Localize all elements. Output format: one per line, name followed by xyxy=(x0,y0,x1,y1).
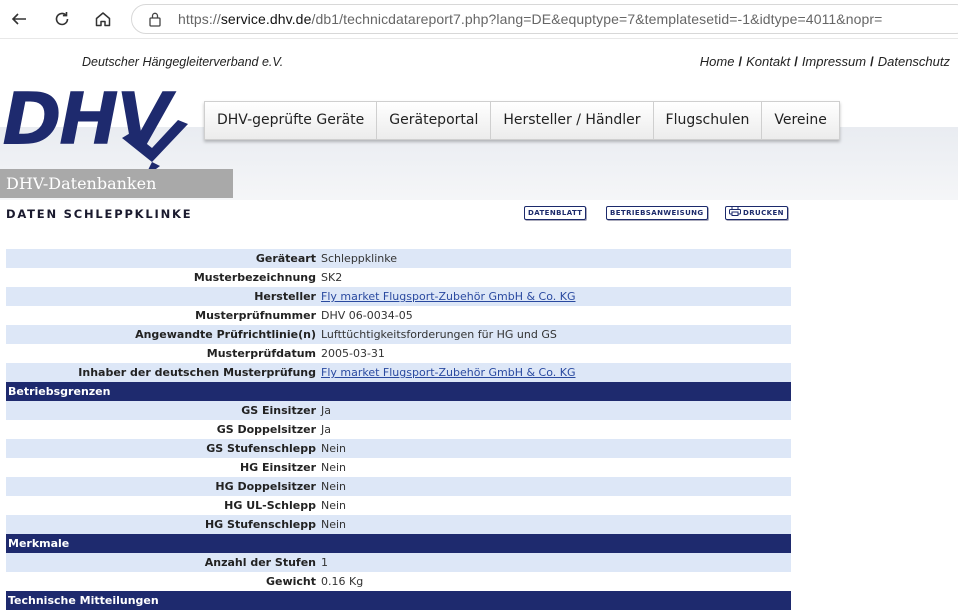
db-title: DHV-Datenbanken xyxy=(0,169,233,198)
link-kontakt[interactable]: Kontakt xyxy=(746,54,790,69)
section-header: Merkmale xyxy=(6,534,791,553)
top-links: Home / Kontakt / Impressum / Datenschutz xyxy=(699,54,950,69)
row-label: Hersteller xyxy=(6,287,319,306)
table-row: GS Einsitzer Ja xyxy=(6,401,791,420)
page-title: DATEN SCHLEPPKLINKE xyxy=(6,207,193,221)
menu-item-hersteller-haendler[interactable]: Hersteller / Händler xyxy=(491,102,654,139)
section-title: Merkmale xyxy=(6,534,791,553)
section-title: Technische Mitteilungen xyxy=(6,591,791,610)
row-value: Fly market Flugsport-Zubehör GmbH & Co. … xyxy=(319,287,791,306)
menu-item-flugschulen[interactable]: Flugschulen xyxy=(654,102,763,139)
table-row: Anzahl der Stufen 1 xyxy=(6,553,791,572)
menu-item-geraeteportal[interactable]: Geräteportal xyxy=(377,102,492,139)
section-title: Betriebsgrenzen xyxy=(6,382,791,401)
table-row: Hersteller Fly market Flugsport-Zubehör G… xyxy=(6,287,791,306)
section-header: Betriebsgrenzen xyxy=(6,382,791,401)
table-row: Inhaber der deutschen Musterprüfung Fly m… xyxy=(6,363,791,382)
manufacturer-link[interactable]: Fly market Flugsport-Zubehör GmbH & Co. … xyxy=(321,290,576,303)
section-header: Technische Mitteilungen xyxy=(6,591,791,610)
row-value: Fly market Flugsport-Zubehör GmbH & Co. … xyxy=(319,363,791,382)
main-menu: DHV-geprüfte Geräte Geräteportal Herstel… xyxy=(204,101,840,140)
row-label: GS Einsitzer xyxy=(6,401,319,420)
table-row: Musterprüfdatum 2005-03-31 xyxy=(6,344,791,363)
menu-item-vereine[interactable]: Vereine xyxy=(762,102,839,139)
row-label: HG Doppelsitzer xyxy=(6,477,319,496)
row-label: GS Doppelsitzer xyxy=(216,423,316,436)
table-row: HG UL-Schlepp Nein xyxy=(6,496,791,515)
table-row: Musterprüfnummer DHV 06-0034-05 xyxy=(6,306,791,325)
row-label: Gewicht xyxy=(265,575,316,588)
row-label: Inhaber der deutschen Musterprüfung xyxy=(6,363,319,382)
row-value: Ja xyxy=(319,401,791,420)
reload-icon[interactable] xyxy=(49,6,75,32)
row-value: Nein xyxy=(319,477,791,496)
table-row: Geräteart Schleppklinke xyxy=(6,249,791,268)
browser-toolbar: https://service.dhv.de/db1/technicdatare… xyxy=(0,0,958,39)
row-value: Ja xyxy=(321,423,331,436)
drucken-button[interactable]: DRUCKEN xyxy=(725,206,788,220)
row-value: SK2 xyxy=(321,271,343,284)
row-label: Musterbezeichnung xyxy=(193,271,316,284)
row-label: Musterprüfdatum xyxy=(206,347,316,360)
table-row: GS Doppelsitzer Ja xyxy=(6,420,791,439)
row-value: Nein xyxy=(321,499,347,512)
drucken-label: DRUCKEN xyxy=(743,209,784,217)
row-value: Lufttüchtigkeitsforderungen für HG und G… xyxy=(319,325,791,344)
menu-item-gepruefte-geraete[interactable]: DHV-geprüfte Geräte xyxy=(205,102,378,139)
address-bar[interactable]: https://service.dhv.de/db1/technicdatare… xyxy=(131,4,958,34)
technical-data-table: Geräteart Schleppklinke Musterbezeichnung S… xyxy=(6,249,791,610)
url-text[interactable]: https://service.dhv.de/db1/technicdatare… xyxy=(178,11,882,27)
table-row: GS Stufenschlepp Nein xyxy=(6,439,791,458)
table-row: Musterbezeichnung SK2 xyxy=(6,268,791,287)
row-label: Musterprüfnummer xyxy=(195,309,316,322)
betriebsanweisung-button[interactable]: BETRIEBSANWEISUNG xyxy=(606,206,708,220)
datenblatt-button[interactable]: DATENBLATT xyxy=(524,206,587,220)
back-icon[interactable] xyxy=(6,6,32,32)
row-value: 0.16 Kg xyxy=(321,575,364,588)
row-value: Nein xyxy=(319,515,791,534)
row-label: HG Stufenschlepp xyxy=(6,515,319,534)
table-row: HG Doppelsitzer Nein xyxy=(6,477,791,496)
printer-icon xyxy=(729,206,741,220)
row-value: DHV 06-0034-05 xyxy=(321,309,413,322)
lock-icon xyxy=(148,11,162,31)
row-label: Anzahl der Stufen xyxy=(6,553,319,572)
row-label: Geräteart xyxy=(6,249,319,268)
manufacturer-link[interactable]: Fly market Flugsport-Zubehör GmbH & Co. … xyxy=(321,366,576,379)
row-value: 2005-03-31 xyxy=(321,347,385,360)
row-label: HG Einsitzer xyxy=(239,461,316,474)
table-row: HG Einsitzer Nein xyxy=(6,458,791,477)
table-row: Gewicht 0.16 Kg xyxy=(6,572,791,591)
table-row: Angewandte Prüfrichtlinie(n) Lufttüchtigk… xyxy=(6,325,791,344)
link-impressum[interactable]: Impressum xyxy=(802,54,866,69)
dhv-logo[interactable]: DHV xyxy=(2,72,194,182)
link-home[interactable]: Home xyxy=(700,54,735,69)
home-icon[interactable] xyxy=(90,6,116,32)
row-value: Schleppklinke xyxy=(319,249,791,268)
org-name: Deutscher Hängegleiterverband e.V. xyxy=(82,55,284,69)
row-value: Nein xyxy=(321,461,347,474)
table-row: HG Stufenschlepp Nein xyxy=(6,515,791,534)
link-datenschutz[interactable]: Datenschutz xyxy=(878,54,950,69)
row-label: GS Stufenschlepp xyxy=(6,439,319,458)
row-value: 1 xyxy=(319,553,791,572)
row-value: Nein xyxy=(319,439,791,458)
row-label: Angewandte Prüfrichtlinie(n) xyxy=(6,325,319,344)
row-label: HG UL-Schlepp xyxy=(224,499,316,512)
